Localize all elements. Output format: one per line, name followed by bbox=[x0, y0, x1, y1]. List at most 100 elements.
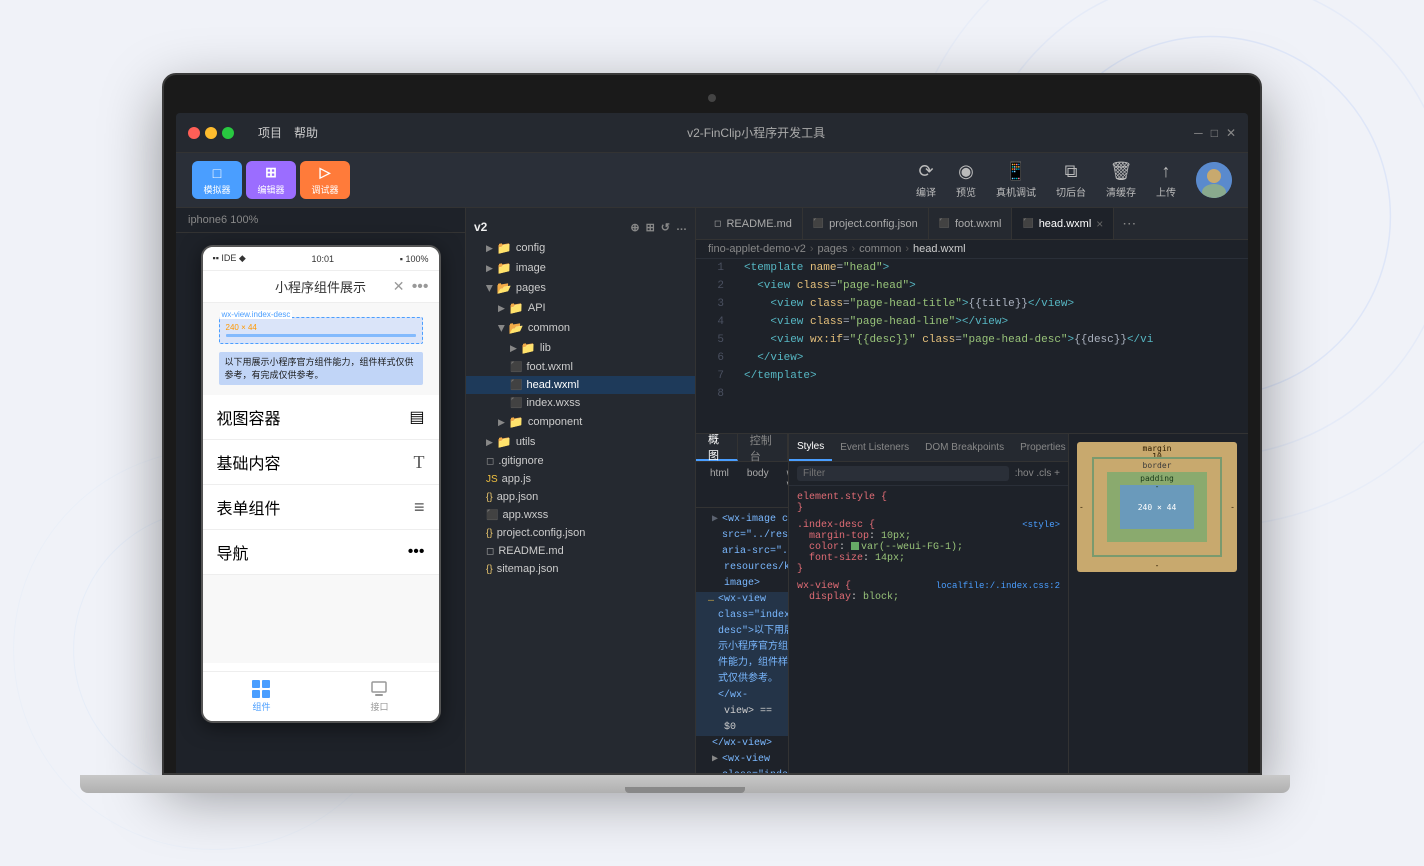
chevron-icon: ▶ bbox=[498, 417, 505, 428]
section-label-0: 视图容器 bbox=[217, 405, 281, 429]
tab-close-btn[interactable]: × bbox=[1096, 217, 1103, 231]
background-icon: ⧉ bbox=[1065, 161, 1078, 182]
style-source: <style> bbox=[1022, 520, 1060, 531]
breadcrumb-item-2: common bbox=[859, 243, 901, 255]
tree-app-js[interactable]: JS app.js bbox=[466, 470, 695, 488]
menu-project[interactable]: 项目 bbox=[258, 124, 282, 141]
styles-tab-dom[interactable]: DOM Breakpoints bbox=[917, 434, 1012, 461]
tab-foot-wxml[interactable]: ⬛ foot.wxml bbox=[929, 208, 1013, 239]
tree-component[interactable]: ▶ 📁 component bbox=[466, 412, 695, 432]
tree-icons: ⊕ ⊞ ↺ … bbox=[630, 221, 687, 234]
action-preview[interactable]: ◉ 预览 bbox=[956, 161, 976, 199]
window-min-btn[interactable] bbox=[205, 127, 217, 139]
box-model-visual: margin 10 border - padding bbox=[1077, 442, 1237, 572]
chevron-icon: ▶ bbox=[486, 437, 493, 448]
elem-wx-view-index[interactable]: wx-view.index bbox=[781, 466, 788, 503]
tree-lib[interactable]: ▶ 📁 lib bbox=[466, 338, 695, 358]
line-content: <view class="page-head-title">{{title}}<… bbox=[736, 295, 1248, 313]
simulator-label: 模拟器 bbox=[203, 183, 230, 196]
nav-interface-label: 接口 bbox=[370, 700, 388, 713]
nav-interface[interactable]: 接口 bbox=[370, 680, 388, 713]
style-prop-row: margin-top: 10px; bbox=[809, 531, 1060, 542]
tree-icon-2[interactable]: ⊞ bbox=[646, 221, 655, 234]
phone-title-bar: 小程序组件展示 ••• ✕ bbox=[203, 271, 439, 303]
window-max-btn[interactable] bbox=[222, 127, 234, 139]
tree-utils[interactable]: ▶ 📁 utils bbox=[466, 432, 695, 452]
laptop-notch-bottom bbox=[625, 787, 745, 793]
tab-project-config[interactable]: ⬛ project.config.json bbox=[803, 208, 929, 239]
phone-section-0[interactable]: 视图容器 ▤ bbox=[203, 395, 439, 440]
style-rule-wx-view: wx-view { localfile:/.index.css:2 displa… bbox=[797, 581, 1060, 603]
clear-cache-icon: 🗑 bbox=[1110, 161, 1133, 182]
json-file-icon: {} bbox=[486, 564, 493, 575]
tree-sitemap[interactable]: {} sitemap.json bbox=[466, 560, 695, 578]
tree-head-wxml[interactable]: ⬛ head.wxml bbox=[466, 376, 695, 394]
tree-icon-3[interactable]: ↺ bbox=[661, 221, 670, 234]
action-background[interactable]: ⧉ 切后台 bbox=[1056, 161, 1086, 199]
user-avatar[interactable] bbox=[1196, 162, 1232, 198]
folder-open-icon: 📂 bbox=[497, 281, 512, 295]
action-compile[interactable]: ⟳ 编译 bbox=[916, 161, 936, 199]
tree-item-label: common bbox=[528, 322, 570, 334]
tree-foot-wxml[interactable]: ⬛ foot.wxml bbox=[466, 358, 695, 376]
action-upload[interactable]: ↑ 上传 bbox=[1156, 161, 1176, 199]
md-file-icon: ◻ bbox=[486, 546, 494, 557]
tree-icon-1[interactable]: ⊕ bbox=[630, 221, 639, 234]
tab-readme[interactable]: ◻ README.md bbox=[704, 208, 803, 239]
filter-input[interactable] bbox=[797, 466, 1009, 481]
tree-item-label: sitemap.json bbox=[497, 563, 559, 575]
tree-item-label: app.json bbox=[497, 491, 539, 503]
tab-console[interactable]: 控制台 bbox=[738, 434, 788, 461]
xml-file-icon: ⬛ bbox=[510, 362, 522, 373]
action-clear-cache[interactable]: 🗑 清缓存 bbox=[1106, 161, 1136, 199]
tree-app-json[interactable]: {} app.json bbox=[466, 488, 695, 506]
tree-app-wxss[interactable]: ⬛ app.wxss bbox=[466, 506, 695, 524]
mode-debug[interactable]: ▷ 调试器 bbox=[300, 161, 350, 199]
nav-components[interactable]: 组件 bbox=[252, 680, 270, 713]
tree-api[interactable]: ▶ 📁 API bbox=[466, 298, 695, 318]
menu-help[interactable]: 帮助 bbox=[294, 124, 318, 141]
style-rule-element: element.style { } bbox=[797, 492, 1060, 514]
phone-close-icon[interactable]: ✕ bbox=[393, 278, 405, 295]
action-device-debug[interactable]: 📱 真机调试 bbox=[996, 161, 1036, 199]
bottom-code-area[interactable]: ▶ <wx-image class="index-logo" src="../r… bbox=[696, 508, 788, 773]
phone-section-1[interactable]: 基础内容 T bbox=[203, 440, 439, 485]
mode-editor[interactable]: ⊞ 编辑器 bbox=[246, 161, 296, 199]
phone-section-2[interactable]: 表单组件 ≡ bbox=[203, 485, 439, 530]
bottom-panels: 概图 控制台 html body wx-view.index wx-view.i… bbox=[696, 433, 1248, 773]
tree-project-config[interactable]: {} project.config.json bbox=[466, 524, 695, 542]
phone-section-3[interactable]: 导航 ••• bbox=[203, 530, 439, 575]
section-icon-1: T bbox=[414, 452, 425, 473]
style-props: margin-top: 10px; color: var(--weui-FG-1… bbox=[797, 531, 1060, 564]
code-area[interactable]: 1 <template name="head"> 2 <view class="… bbox=[696, 259, 1248, 433]
tree-gitignore[interactable]: ◻ .gitignore bbox=[466, 452, 695, 470]
window-close-btn[interactable] bbox=[188, 127, 200, 139]
tree-config[interactable]: ▶ 📁 config bbox=[466, 238, 695, 258]
tree-common[interactable]: ▶ 📂 common bbox=[466, 318, 695, 338]
elem-html[interactable]: html bbox=[704, 466, 735, 503]
prop-name: margin-top bbox=[809, 531, 869, 542]
elem-body[interactable]: body bbox=[741, 466, 775, 503]
tree-pages[interactable]: ▶ 📂 pages bbox=[466, 278, 695, 298]
styles-tab-props[interactable]: Properties bbox=[1012, 434, 1068, 461]
tab-overview[interactable]: 概图 bbox=[696, 434, 738, 461]
highlight-label: wx-view.index-desc bbox=[220, 310, 293, 319]
mode-simulator[interactable]: □ 模拟器 bbox=[192, 161, 242, 199]
tree-icon-4[interactable]: … bbox=[676, 221, 687, 234]
json-icon: ⬛ bbox=[813, 218, 824, 229]
line-content: <view class="page-head"> bbox=[736, 277, 1248, 295]
tree-readme[interactable]: ◻ README.md bbox=[466, 542, 695, 560]
style-selector: wx-view { bbox=[797, 581, 851, 592]
styles-tab-styles[interactable]: Styles bbox=[789, 434, 832, 461]
section-label-3: 导航 bbox=[217, 540, 249, 564]
padding-val: - bbox=[1155, 482, 1160, 491]
folder-icon: 📁 bbox=[509, 415, 524, 429]
phone-dots[interactable]: ••• bbox=[412, 278, 429, 296]
element-tabs: html body wx-view.index wx-view.index-hd… bbox=[696, 462, 788, 508]
styles-tab-event[interactable]: Event Listeners bbox=[832, 434, 917, 461]
tree-index-wxss[interactable]: ⬛ index.wxss bbox=[466, 394, 695, 412]
tab-more-btn[interactable]: ⋯ bbox=[1114, 215, 1144, 232]
tree-image[interactable]: ▶ 📁 image bbox=[466, 258, 695, 278]
section-icon-3: ••• bbox=[408, 543, 425, 561]
tab-head-wxml[interactable]: ⬛ head.wxml × bbox=[1012, 208, 1114, 239]
